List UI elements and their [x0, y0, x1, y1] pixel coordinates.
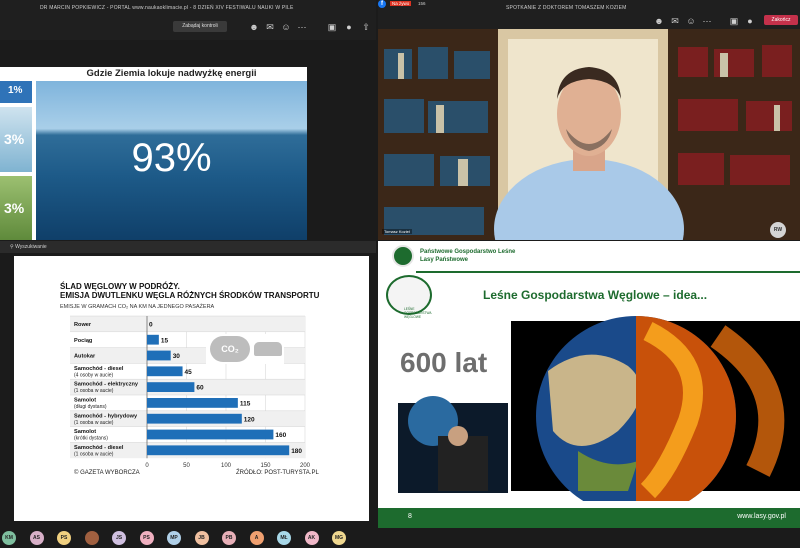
more-icon[interactable]: ⋯ — [701, 15, 713, 27]
value-label: 30 — [173, 353, 181, 360]
page-number: 8 — [408, 513, 412, 520]
participant-avatar[interactable]: PS — [57, 531, 71, 545]
participant-avatar[interactable] — [84, 531, 99, 545]
right-window-toolbar: f Na żywo 156 SPOTKANIE Z DOKTOREM TOMAS… — [378, 0, 800, 29]
category-sublabel: (4 osoby w aucie) — [74, 372, 114, 378]
value-label: 45 — [185, 369, 193, 376]
website-url: www.lasy.gov.pl — [737, 513, 786, 520]
value-label: 180 — [291, 448, 302, 455]
participant-avatar[interactable]: PS — [139, 531, 154, 545]
meeting-screen: DR MARCIN POPKIEWICZ - PORTAL www.naukao… — [0, 0, 800, 548]
slide-footer: 8 www.lasy.gov.pl — [378, 508, 800, 528]
speaker-video: Tomasz Kozieł RW — [378, 29, 800, 240]
viewer-count: 156 — [418, 1, 426, 6]
bar — [147, 350, 171, 361]
participant-avatar[interactable]: MŁ — [277, 531, 291, 545]
chart-footer-right: ŹRÓDŁO: POST-TURYSTA.PL — [236, 470, 319, 476]
x-tick-label: 0 — [145, 463, 149, 469]
category-label: Samochód - elektryczny — [74, 382, 139, 388]
live-badge: Na żywo — [390, 1, 412, 6]
emissions-bar-chart: 0 50 100 150 200 Rower 0 Pociąg 15 Autokar 30 Samoc… — [70, 315, 311, 469]
participant-avatar[interactable]: AK — [304, 531, 319, 545]
x-tick-label: 200 — [300, 463, 311, 469]
category-label: Samochód - diesel — [74, 366, 124, 372]
bar — [147, 382, 195, 392]
value-label: 15 — [161, 337, 169, 344]
camera-icon[interactable]: ▣ — [728, 15, 740, 27]
facebook-icon: f — [378, 0, 386, 8]
speaker-name-tag: Tomasz Kozieł — [382, 229, 412, 234]
value-label: 115 — [240, 401, 251, 408]
category-label: Samolot — [74, 429, 96, 435]
video-frame — [378, 29, 800, 240]
bar — [147, 429, 274, 440]
category-label: Samochód - diesel — [74, 445, 124, 451]
participant-avatar[interactable]: JB — [194, 531, 209, 545]
bar — [147, 413, 242, 424]
participant-avatar[interactable]: A — [249, 531, 264, 545]
value-label: 0 — [149, 322, 153, 329]
value-label: 120 — [244, 416, 255, 423]
co2-car-graphic: CO₂ — [206, 334, 284, 364]
category-sublabel: (1 osoba w aucie) — [74, 451, 114, 457]
bar — [147, 445, 290, 456]
people-icon[interactable]: ☻ — [653, 15, 665, 27]
participant-avatar[interactable]: JS — [112, 531, 126, 545]
x-tick-label: 100 — [221, 463, 232, 469]
mic-icon[interactable]: ● — [744, 15, 756, 27]
category-label: Rower — [74, 322, 92, 328]
participant-avatar[interactable]: AS — [29, 531, 44, 545]
car-icon — [254, 342, 282, 356]
bar — [147, 334, 159, 345]
years-label: 600 lat — [400, 347, 488, 378]
category-label: Autokar — [74, 354, 96, 360]
participant-avatar[interactable]: KM — [2, 531, 16, 545]
category-sublabel: (1 osoba w aucie) — [74, 388, 114, 394]
participant-avatar[interactable]: MG — [332, 531, 346, 545]
participant-avatar[interactable]: PB — [222, 531, 236, 545]
chat-icon[interactable]: ✉ — [669, 15, 681, 27]
participant-avatar[interactable]: RW — [770, 222, 786, 238]
x-tick-label: 150 — [260, 463, 271, 469]
participant-strip: KM AS PS JS PS MP JB PB A MŁ AK MG — [0, 528, 800, 548]
meeting-title: SPOTKANIE Z DOKTOREM TOMASZEM KOZIEM — [506, 5, 627, 11]
reactions-icon[interactable]: ☺ — [685, 15, 697, 27]
forestry-slide: Państwowe Gospodarstwo Leśne Lasy Państw… — [378, 241, 800, 528]
category-label: Pociąg — [74, 338, 93, 344]
category-sublabel: (1 osoba w aucie) — [74, 420, 114, 426]
x-tick-label: 50 — [183, 463, 190, 469]
category-label: Samolot — [74, 398, 96, 404]
bar — [147, 366, 183, 377]
value-label: 60 — [196, 385, 204, 392]
category-label: Samochód - hybrydowy — [74, 413, 138, 419]
bar — [147, 398, 238, 408]
category-sublabel: (krótki dystans) — [74, 436, 108, 442]
chart-footer-left: © GAZETA WYBORCZA — [74, 470, 140, 476]
participant-avatar[interactable]: MP — [167, 531, 181, 545]
category-sublabel: (długi dystans) — [74, 404, 107, 410]
value-label: 160 — [275, 432, 286, 439]
co2-cloud-icon: CO₂ — [210, 336, 250, 362]
row-band — [70, 316, 305, 332]
leave-button[interactable]: Zakończ — [764, 15, 798, 25]
